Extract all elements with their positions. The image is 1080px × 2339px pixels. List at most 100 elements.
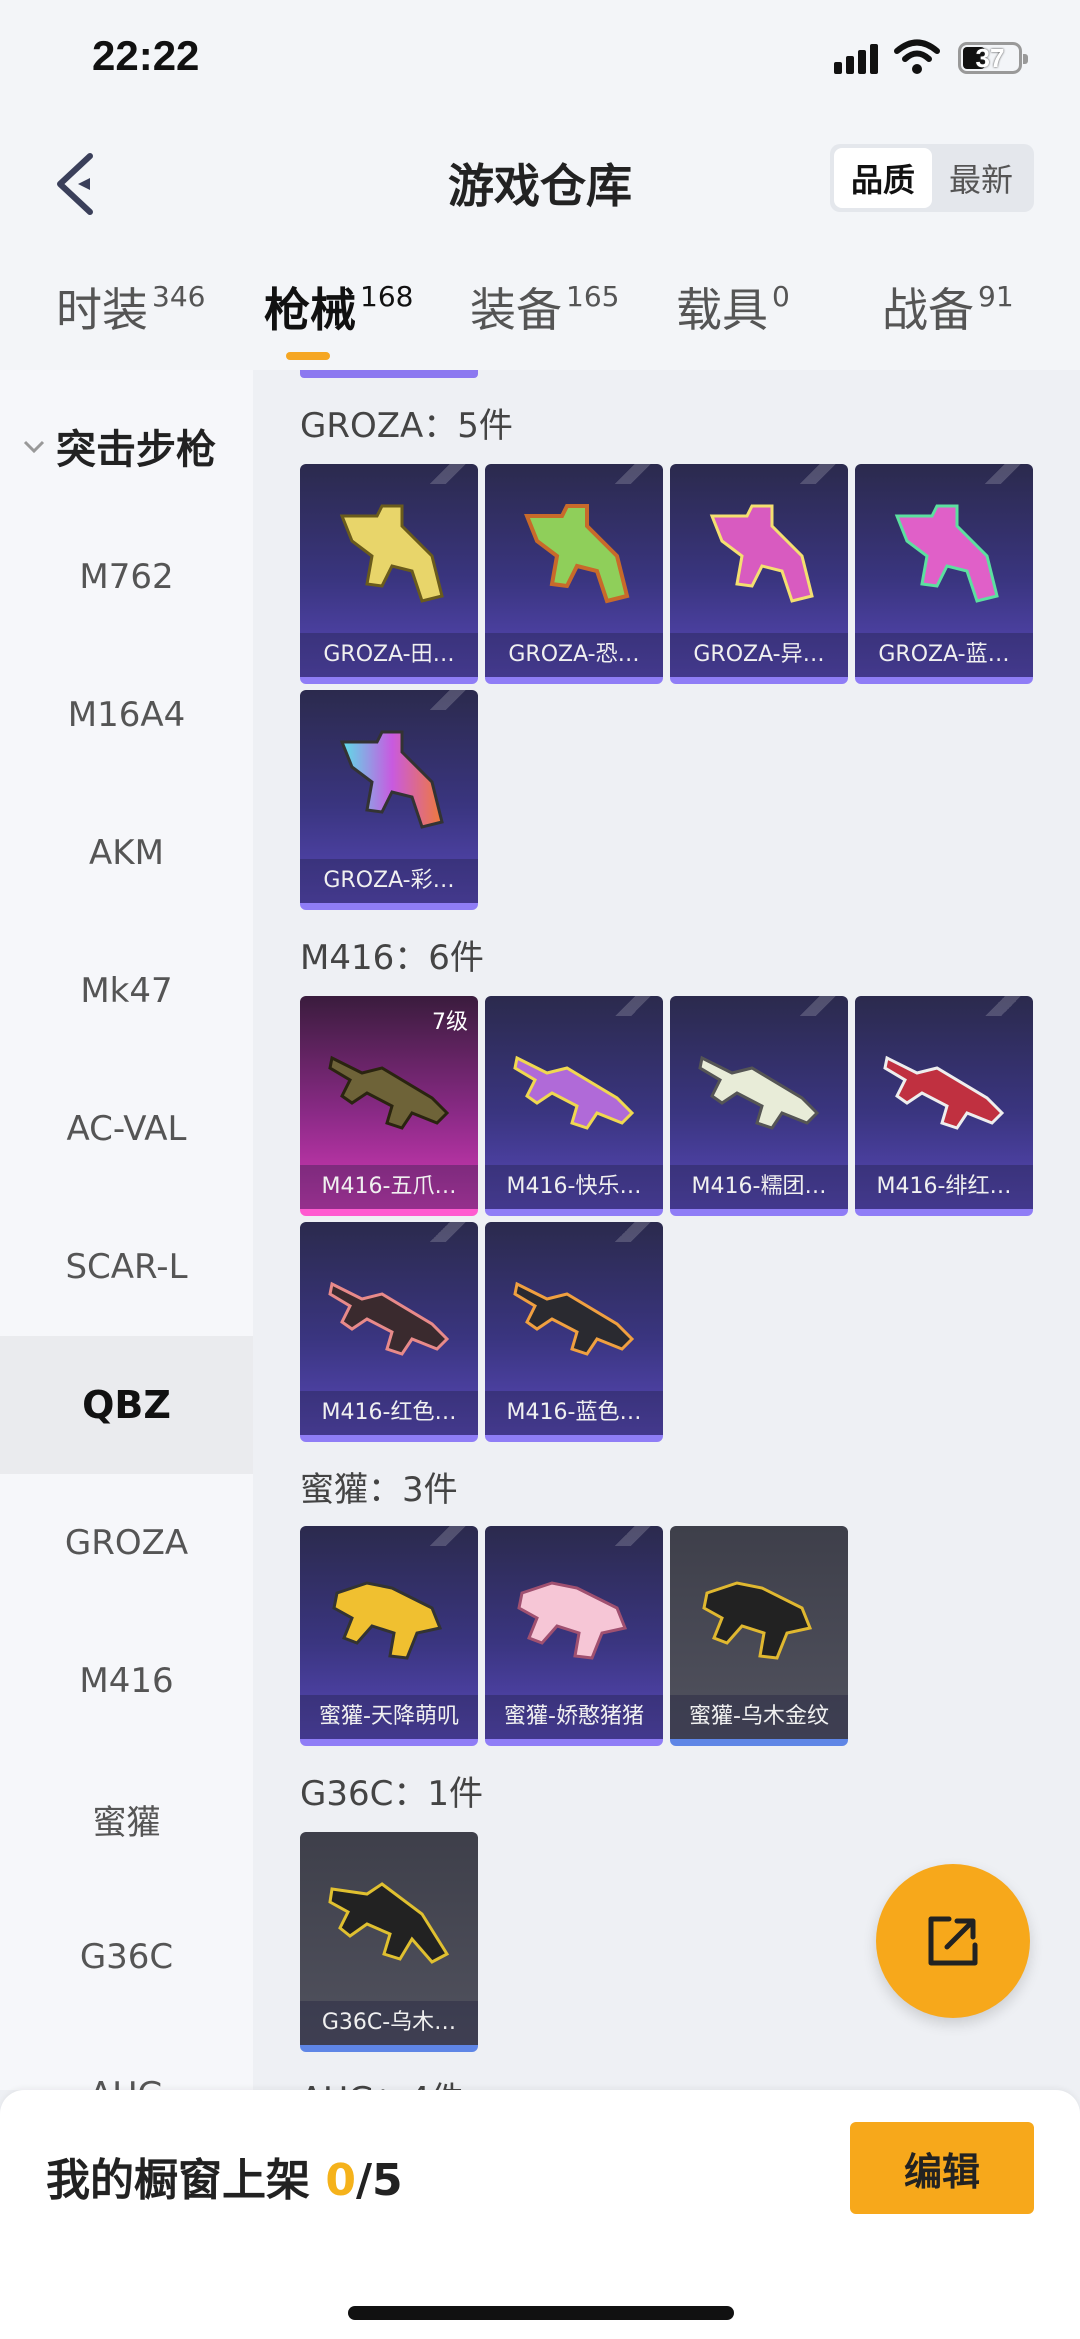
sidebar-item-m16a4[interactable]: M16A4 (0, 646, 253, 784)
weapon-card[interactable]: 蜜獾-天降萌叽 (300, 1526, 478, 1746)
tab-count: 346 (152, 280, 206, 313)
m416-gold-skin-icon (328, 1055, 450, 1130)
groza-rainbow-skin-icon (339, 730, 444, 829)
weapon-card-name: 蜜獾-天降萌叽 (300, 1695, 478, 1739)
weapon-card[interactable]: M416-绯红… (855, 996, 1033, 1216)
honeybadger-yellow-skin-icon (332, 1581, 443, 1660)
weapon-card[interactable]: GROZA-彩… (300, 690, 478, 910)
group-title-groza: GROZA：5件 (300, 406, 513, 446)
groza-pink-skin-icon (709, 504, 814, 603)
home-indicator[interactable] (348, 2306, 734, 2320)
tab-count: 165 (566, 280, 620, 313)
weapon-card[interactable]: M416-红色… (300, 1222, 478, 1442)
weapon-card[interactable]: GROZA-田… (300, 464, 478, 684)
weapon-card-name: GROZA-蓝… (855, 633, 1033, 677)
tab-guns[interactable]: 枪械 168 (264, 274, 414, 360)
weapon-card-name: M416-糯团… (670, 1165, 848, 1209)
share-external-icon (928, 1916, 978, 1966)
weapon-card[interactable]: GROZA-异… (670, 464, 848, 684)
tab-equipment[interactable]: 装备 165 (470, 274, 619, 354)
showcase-status: 我的橱窗上架 0/5 (46, 2144, 403, 2208)
weapon-card[interactable]: M416-快乐… (485, 996, 663, 1216)
honeybadger-pink-skin-icon (517, 1581, 628, 1660)
groza-gold-skin-icon (339, 504, 444, 603)
status-bar: 22:22 37 (0, 0, 1080, 120)
weapon-card[interactable]: M416-糯团… (670, 996, 848, 1216)
tab-label: 时装 (56, 283, 148, 337)
group-title-m416: M416：6件 (300, 938, 484, 978)
m416-red-skin-icon (328, 1281, 450, 1356)
group-title-aug: AUG：4件 (300, 2072, 464, 2090)
wifi-icon (894, 39, 940, 74)
weapon-card[interactable]: 蜜獾-娇憨猪猪 (485, 1526, 663, 1746)
weapon-card[interactable]: G36C-乌木… (300, 1832, 478, 2052)
weapon-card-name: M416-红色… (300, 1391, 478, 1435)
groza-dino-skin-icon (524, 504, 630, 604)
tab-label: 载具 (676, 283, 768, 337)
weapon-card-name: GROZA-彩… (300, 859, 478, 903)
weapon-card-name: M416-五爪… (300, 1165, 478, 1209)
bottom-bar: 我的橱窗上架 0/5 编辑 (0, 2090, 1080, 2339)
m416-party-skin-icon (513, 1055, 635, 1130)
category-tabs: 时装 346 枪械 168 装备 165 载具 0 战备 91 (0, 260, 1080, 370)
g36c-ebony-skin-icon (328, 1882, 450, 1964)
weapon-card-name: GROZA-异… (670, 633, 848, 677)
m416-crimson-skin-icon (883, 1055, 1005, 1130)
sidebar-category-assault-rifle[interactable]: 突击步枪 (0, 406, 253, 486)
weapon-card[interactable]: 蜜獾-乌木金纹 (670, 1526, 848, 1746)
tab-label: 装备 (470, 283, 562, 337)
sidebar-category-label: 突击步枪 (56, 427, 216, 473)
sidebar-item-groza[interactable]: GROZA (0, 1474, 253, 1612)
tab-outfits[interactable]: 时装 346 (56, 274, 205, 354)
sidebar-item-aug[interactable]: AUG (0, 2026, 253, 2090)
honeybadger-ebony-skin-icon (702, 1581, 813, 1660)
sidebar-item-honey-badger[interactable]: 蜜獾 (0, 1750, 253, 1888)
tab-count: 91 (978, 280, 1014, 313)
weapon-card-name: 蜜獾-乌木金纹 (670, 1695, 848, 1739)
active-tab-underline (286, 352, 330, 360)
m416-white-skin-icon (698, 1055, 820, 1130)
battery-level: 37 (975, 43, 1005, 73)
m416-blue-skin-icon (513, 1281, 635, 1356)
group-title-g36c: G36C：1件 (300, 1774, 483, 1814)
sidebar-item-mk47[interactable]: Mk47 (0, 922, 253, 1060)
battery-icon: 37 (958, 42, 1028, 74)
weapon-card[interactable]: 7级 M416-五爪… (300, 996, 478, 1216)
weapon-card-name: GROZA-恐… (485, 633, 663, 677)
sidebar-item-m416[interactable]: M416 (0, 1612, 253, 1750)
sidebar-item-qbz[interactable]: QBZ (0, 1336, 253, 1474)
tab-gear[interactable]: 战备 91 (882, 274, 1014, 354)
sidebar-item-scar-l[interactable]: SCAR-L (0, 1198, 253, 1336)
weapon-card-name: M416-绯红… (855, 1165, 1033, 1209)
showcase-current-count: 0 (325, 2155, 356, 2206)
group-title-honey-badger: 蜜獾：3件 (300, 1470, 458, 1510)
previous-card-edge (300, 370, 478, 378)
edit-button[interactable]: 编辑 (850, 2122, 1034, 2214)
sort-by-quality-button[interactable]: 品质 (834, 148, 932, 208)
weapon-card-name: 蜜獾-娇憨猪猪 (485, 1695, 663, 1739)
groza-blue-skin-icon (894, 504, 999, 603)
sidebar-item-ac-val[interactable]: AC-VAL (0, 1060, 253, 1198)
weapon-card-name: M416-蓝色… (485, 1391, 663, 1435)
share-button[interactable] (876, 1864, 1030, 2018)
showcase-total-count: /5 (355, 2155, 403, 2206)
sidebar-item-akm[interactable]: AKM (0, 784, 253, 922)
header: 游戏仓库 品质 最新 (0, 120, 1080, 260)
tab-count: 0 (772, 280, 790, 313)
tab-label: 战备 (882, 283, 974, 337)
tab-label: 枪械 (264, 283, 356, 337)
cellular-signal-icon (834, 44, 878, 74)
tab-count: 168 (360, 280, 414, 313)
weapon-card-name: G36C-乌木… (300, 2001, 478, 2045)
weapon-card-name: M416-快乐… (485, 1165, 663, 1209)
weapon-card[interactable]: M416-蓝色… (485, 1222, 663, 1442)
chevron-down-icon (23, 440, 45, 454)
weapon-card[interactable]: GROZA-蓝… (855, 464, 1033, 684)
tab-vehicles[interactable]: 载具 0 (676, 274, 790, 354)
sort-by-newest-button[interactable]: 最新 (932, 148, 1030, 208)
weapon-sidebar: 突击步枪 M762 M16A4 AKM Mk47 AC-VAL SCAR-L Q… (0, 370, 253, 2090)
sidebar-item-g36c[interactable]: G36C (0, 1888, 253, 2026)
weapon-card[interactable]: GROZA-恐… (485, 464, 663, 684)
sidebar-item-m762[interactable]: M762 (0, 508, 253, 646)
sort-toggle: 品质 最新 (830, 144, 1034, 212)
